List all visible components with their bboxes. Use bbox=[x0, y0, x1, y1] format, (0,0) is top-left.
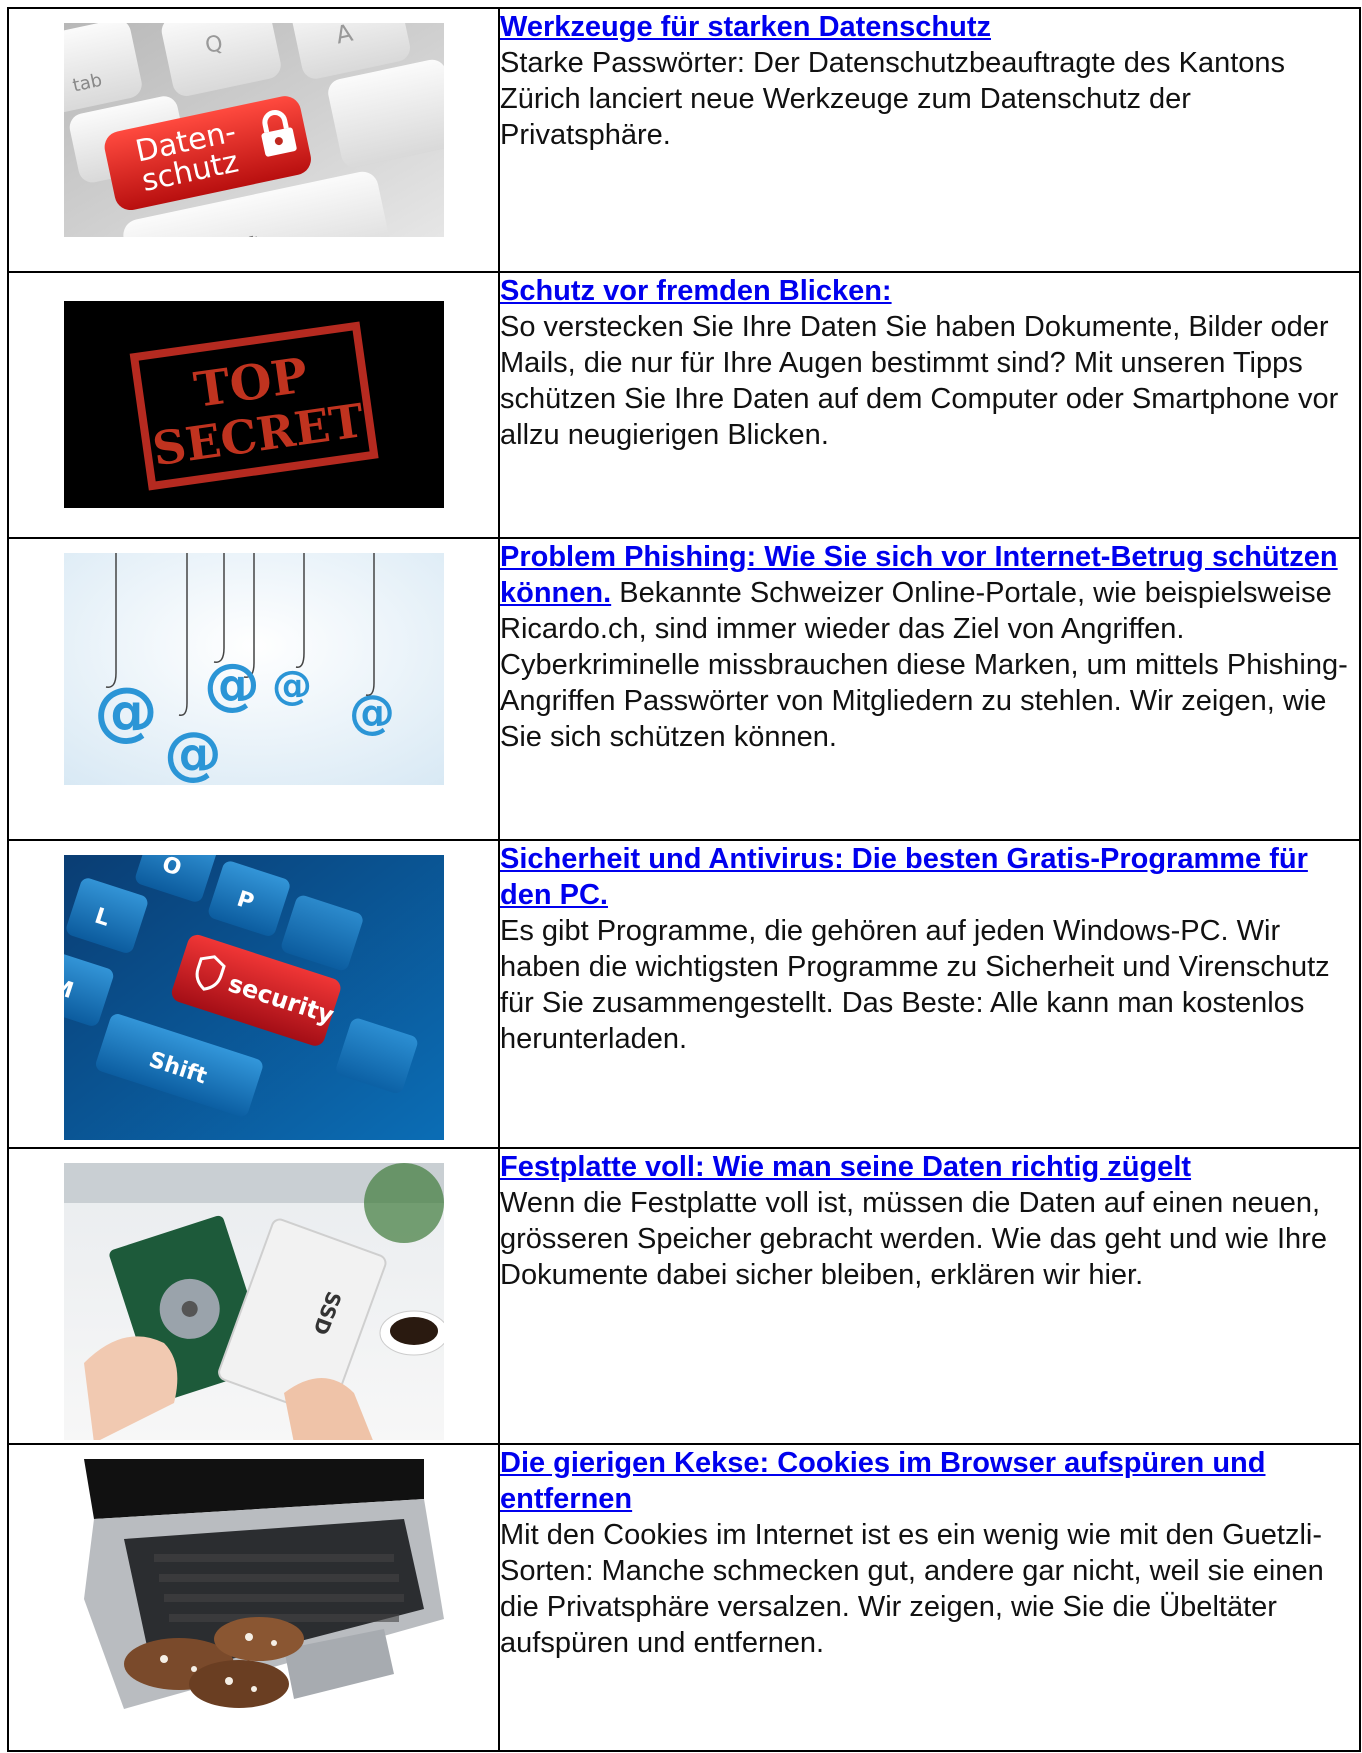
article-row: Die gierigen Kekse: Cookies im Browser a… bbox=[7, 1443, 1361, 1752]
svg-text:@: @ bbox=[349, 685, 395, 739]
article-title-link[interactable]: Die gierigen Kekse: Cookies im Browser a… bbox=[500, 1447, 1265, 1515]
cookie-icon bbox=[63, 1459, 444, 1719]
laptop-cookies-image bbox=[63, 1459, 444, 1719]
article-summary: Wenn die Festplatte voll ist, müssen die… bbox=[500, 1187, 1327, 1291]
article-summary: Mit den Cookies im Internet ist es ein w… bbox=[500, 1519, 1324, 1659]
article-row: TOP SECRET Schutz vor fremden Blicken: S… bbox=[7, 271, 1361, 539]
article-title-link[interactable]: Sicherheit und Antivirus: Die besten Gra… bbox=[500, 843, 1308, 911]
svg-text:@: @ bbox=[272, 663, 312, 709]
article-title-link[interactable]: Schutz vor fremden Blicken: bbox=[500, 275, 892, 307]
article-table: tab Q A Daten- schutz shift bbox=[7, 7, 1361, 1752]
svg-text:@: @ bbox=[94, 675, 158, 749]
top-secret-image: TOP SECRET bbox=[63, 301, 444, 508]
top-secret-stamp-icon: TOP SECRET bbox=[63, 301, 444, 508]
article-summary: Starke Passwörter: Der Datenschutzbeauft… bbox=[500, 47, 1286, 151]
article-summary: So verstecken Sie Ihre Daten Sie haben D… bbox=[500, 311, 1339, 451]
article-title-link[interactable]: Festplatte voll: Wie man seine Daten ric… bbox=[500, 1151, 1191, 1183]
hard-drive-image: SSD bbox=[63, 1163, 444, 1440]
ssd-drive-icon: SSD bbox=[63, 1163, 444, 1440]
article-title-link[interactable]: Werkzeuge für starken Datenschutz bbox=[500, 11, 991, 43]
security-keyboard-image: O P L M Shift security bbox=[63, 855, 444, 1140]
article-row: SSD Festplatte voll: Wie man seine Daten… bbox=[7, 1147, 1361, 1445]
article-row: @ @ @ @ @ Problem Phishing: Wie Sie sich… bbox=[7, 537, 1361, 841]
article-row: O P L M Shift security Sicherheit und An… bbox=[7, 839, 1361, 1149]
article-row: tab Q A Daten- schutz shift bbox=[7, 7, 1361, 273]
fishing-hook-icon: @ @ @ @ @ bbox=[63, 553, 444, 785]
phishing-image: @ @ @ @ @ bbox=[63, 553, 444, 785]
shield-icon: O P L M Shift security bbox=[63, 855, 444, 1140]
svg-text:@: @ bbox=[204, 652, 260, 717]
article-summary: Bekannte Schweizer Online-Portale, wie b… bbox=[500, 577, 1348, 753]
article-summary: Es gibt Programme, die gehören auf jeden… bbox=[500, 915, 1330, 1055]
keyboard-datenschutz-image: tab Q A Daten- schutz shift bbox=[63, 23, 444, 237]
svg-text:@: @ bbox=[164, 719, 222, 785]
keyboard-lock-icon: tab Q A Daten- schutz shift bbox=[63, 23, 444, 237]
